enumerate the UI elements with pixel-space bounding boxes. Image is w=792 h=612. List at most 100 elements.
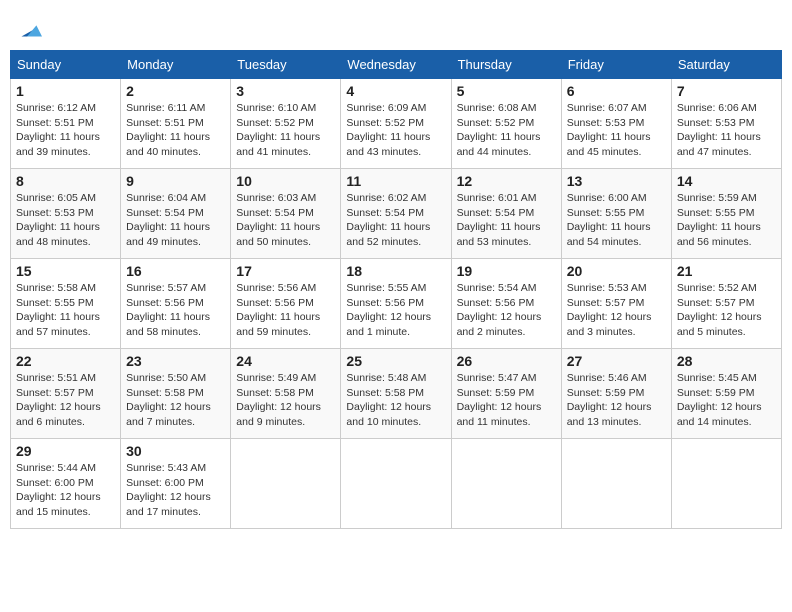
day-number: 3 xyxy=(236,83,335,99)
day-number: 29 xyxy=(16,443,115,459)
calendar-cell xyxy=(671,439,781,529)
day-info: Sunrise: 6:06 AMSunset: 5:53 PMDaylight:… xyxy=(677,101,776,160)
day-header-monday: Monday xyxy=(121,51,231,79)
day-number: 1 xyxy=(16,83,115,99)
day-number: 27 xyxy=(567,353,666,369)
calendar-cell: 17 Sunrise: 5:56 AMSunset: 5:56 PMDaylig… xyxy=(231,259,341,349)
calendar-cell: 22 Sunrise: 5:51 AMSunset: 5:57 PMDaylig… xyxy=(11,349,121,439)
day-info: Sunrise: 6:09 AMSunset: 5:52 PMDaylight:… xyxy=(346,101,445,160)
calendar-cell: 18 Sunrise: 5:55 AMSunset: 5:56 PMDaylig… xyxy=(341,259,451,349)
week-row-5: 29 Sunrise: 5:44 AMSunset: 6:00 PMDaylig… xyxy=(11,439,782,529)
day-info: Sunrise: 5:55 AMSunset: 5:56 PMDaylight:… xyxy=(346,281,445,340)
week-row-3: 15 Sunrise: 5:58 AMSunset: 5:55 PMDaylig… xyxy=(11,259,782,349)
day-number: 21 xyxy=(677,263,776,279)
day-info: Sunrise: 5:50 AMSunset: 5:58 PMDaylight:… xyxy=(126,371,225,430)
calendar-cell: 21 Sunrise: 5:52 AMSunset: 5:57 PMDaylig… xyxy=(671,259,781,349)
day-info: Sunrise: 6:07 AMSunset: 5:53 PMDaylight:… xyxy=(567,101,666,160)
calendar-cell: 5 Sunrise: 6:08 AMSunset: 5:52 PMDayligh… xyxy=(451,79,561,169)
day-info: Sunrise: 6:05 AMSunset: 5:53 PMDaylight:… xyxy=(16,191,115,250)
day-number: 10 xyxy=(236,173,335,189)
day-header-sunday: Sunday xyxy=(11,51,121,79)
day-info: Sunrise: 6:03 AMSunset: 5:54 PMDaylight:… xyxy=(236,191,335,250)
calendar-cell: 25 Sunrise: 5:48 AMSunset: 5:58 PMDaylig… xyxy=(341,349,451,439)
day-info: Sunrise: 5:59 AMSunset: 5:55 PMDaylight:… xyxy=(677,191,776,250)
calendar-cell: 24 Sunrise: 5:49 AMSunset: 5:58 PMDaylig… xyxy=(231,349,341,439)
day-info: Sunrise: 5:53 AMSunset: 5:57 PMDaylight:… xyxy=(567,281,666,340)
day-info: Sunrise: 5:51 AMSunset: 5:57 PMDaylight:… xyxy=(16,371,115,430)
calendar-cell xyxy=(341,439,451,529)
calendar-cell: 23 Sunrise: 5:50 AMSunset: 5:58 PMDaylig… xyxy=(121,349,231,439)
calendar-cell: 27 Sunrise: 5:46 AMSunset: 5:59 PMDaylig… xyxy=(561,349,671,439)
day-number: 18 xyxy=(346,263,445,279)
day-info: Sunrise: 6:01 AMSunset: 5:54 PMDaylight:… xyxy=(457,191,556,250)
calendar-cell xyxy=(231,439,341,529)
day-number: 22 xyxy=(16,353,115,369)
day-header-saturday: Saturday xyxy=(671,51,781,79)
day-number: 17 xyxy=(236,263,335,279)
day-info: Sunrise: 5:46 AMSunset: 5:59 PMDaylight:… xyxy=(567,371,666,430)
day-number: 28 xyxy=(677,353,776,369)
day-header-thursday: Thursday xyxy=(451,51,561,79)
day-info: Sunrise: 6:02 AMSunset: 5:54 PMDaylight:… xyxy=(346,191,445,250)
day-info: Sunrise: 5:48 AMSunset: 5:58 PMDaylight:… xyxy=(346,371,445,430)
day-info: Sunrise: 5:43 AMSunset: 6:00 PMDaylight:… xyxy=(126,461,225,520)
calendar-cell: 29 Sunrise: 5:44 AMSunset: 6:00 PMDaylig… xyxy=(11,439,121,529)
logo xyxy=(10,16,42,44)
day-info: Sunrise: 6:04 AMSunset: 5:54 PMDaylight:… xyxy=(126,191,225,250)
day-number: 11 xyxy=(346,173,445,189)
day-number: 14 xyxy=(677,173,776,189)
calendar-cell xyxy=(451,439,561,529)
calendar-cell: 16 Sunrise: 5:57 AMSunset: 5:56 PMDaylig… xyxy=(121,259,231,349)
day-number: 4 xyxy=(346,83,445,99)
day-number: 13 xyxy=(567,173,666,189)
calendar-cell: 10 Sunrise: 6:03 AMSunset: 5:54 PMDaylig… xyxy=(231,169,341,259)
day-info: Sunrise: 6:12 AMSunset: 5:51 PMDaylight:… xyxy=(16,101,115,160)
page-header xyxy=(10,10,782,44)
week-row-1: 1 Sunrise: 6:12 AMSunset: 5:51 PMDayligh… xyxy=(11,79,782,169)
day-info: Sunrise: 6:00 AMSunset: 5:55 PMDaylight:… xyxy=(567,191,666,250)
calendar-cell: 20 Sunrise: 5:53 AMSunset: 5:57 PMDaylig… xyxy=(561,259,671,349)
week-row-2: 8 Sunrise: 6:05 AMSunset: 5:53 PMDayligh… xyxy=(11,169,782,259)
day-info: Sunrise: 5:54 AMSunset: 5:56 PMDaylight:… xyxy=(457,281,556,340)
day-header-friday: Friday xyxy=(561,51,671,79)
calendar-cell: 30 Sunrise: 5:43 AMSunset: 6:00 PMDaylig… xyxy=(121,439,231,529)
day-info: Sunrise: 5:58 AMSunset: 5:55 PMDaylight:… xyxy=(16,281,115,340)
calendar-cell xyxy=(561,439,671,529)
calendar-cell: 2 Sunrise: 6:11 AMSunset: 5:51 PMDayligh… xyxy=(121,79,231,169)
calendar-cell: 1 Sunrise: 6:12 AMSunset: 5:51 PMDayligh… xyxy=(11,79,121,169)
day-info: Sunrise: 5:56 AMSunset: 5:56 PMDaylight:… xyxy=(236,281,335,340)
calendar-cell: 28 Sunrise: 5:45 AMSunset: 5:59 PMDaylig… xyxy=(671,349,781,439)
calendar-cell: 3 Sunrise: 6:10 AMSunset: 5:52 PMDayligh… xyxy=(231,79,341,169)
calendar-cell: 7 Sunrise: 6:06 AMSunset: 5:53 PMDayligh… xyxy=(671,79,781,169)
day-number: 12 xyxy=(457,173,556,189)
day-info: Sunrise: 5:52 AMSunset: 5:57 PMDaylight:… xyxy=(677,281,776,340)
day-number: 5 xyxy=(457,83,556,99)
calendar-cell: 6 Sunrise: 6:07 AMSunset: 5:53 PMDayligh… xyxy=(561,79,671,169)
calendar-table: SundayMondayTuesdayWednesdayThursdayFrid… xyxy=(10,50,782,529)
calendar-cell: 26 Sunrise: 5:47 AMSunset: 5:59 PMDaylig… xyxy=(451,349,561,439)
day-info: Sunrise: 6:10 AMSunset: 5:52 PMDaylight:… xyxy=(236,101,335,160)
day-info: Sunrise: 5:49 AMSunset: 5:58 PMDaylight:… xyxy=(236,371,335,430)
day-number: 19 xyxy=(457,263,556,279)
logo-icon xyxy=(14,16,42,44)
calendar-cell: 11 Sunrise: 6:02 AMSunset: 5:54 PMDaylig… xyxy=(341,169,451,259)
day-number: 15 xyxy=(16,263,115,279)
day-number: 24 xyxy=(236,353,335,369)
day-number: 7 xyxy=(677,83,776,99)
day-info: Sunrise: 5:45 AMSunset: 5:59 PMDaylight:… xyxy=(677,371,776,430)
calendar-cell: 4 Sunrise: 6:09 AMSunset: 5:52 PMDayligh… xyxy=(341,79,451,169)
calendar-cell: 8 Sunrise: 6:05 AMSunset: 5:53 PMDayligh… xyxy=(11,169,121,259)
day-number: 9 xyxy=(126,173,225,189)
day-number: 20 xyxy=(567,263,666,279)
day-info: Sunrise: 6:08 AMSunset: 5:52 PMDaylight:… xyxy=(457,101,556,160)
calendar-cell: 19 Sunrise: 5:54 AMSunset: 5:56 PMDaylig… xyxy=(451,259,561,349)
day-info: Sunrise: 5:47 AMSunset: 5:59 PMDaylight:… xyxy=(457,371,556,430)
day-number: 25 xyxy=(346,353,445,369)
day-number: 16 xyxy=(126,263,225,279)
day-number: 8 xyxy=(16,173,115,189)
day-number: 23 xyxy=(126,353,225,369)
calendar-cell: 12 Sunrise: 6:01 AMSunset: 5:54 PMDaylig… xyxy=(451,169,561,259)
day-info: Sunrise: 5:44 AMSunset: 6:00 PMDaylight:… xyxy=(16,461,115,520)
day-info: Sunrise: 6:11 AMSunset: 5:51 PMDaylight:… xyxy=(126,101,225,160)
day-number: 26 xyxy=(457,353,556,369)
